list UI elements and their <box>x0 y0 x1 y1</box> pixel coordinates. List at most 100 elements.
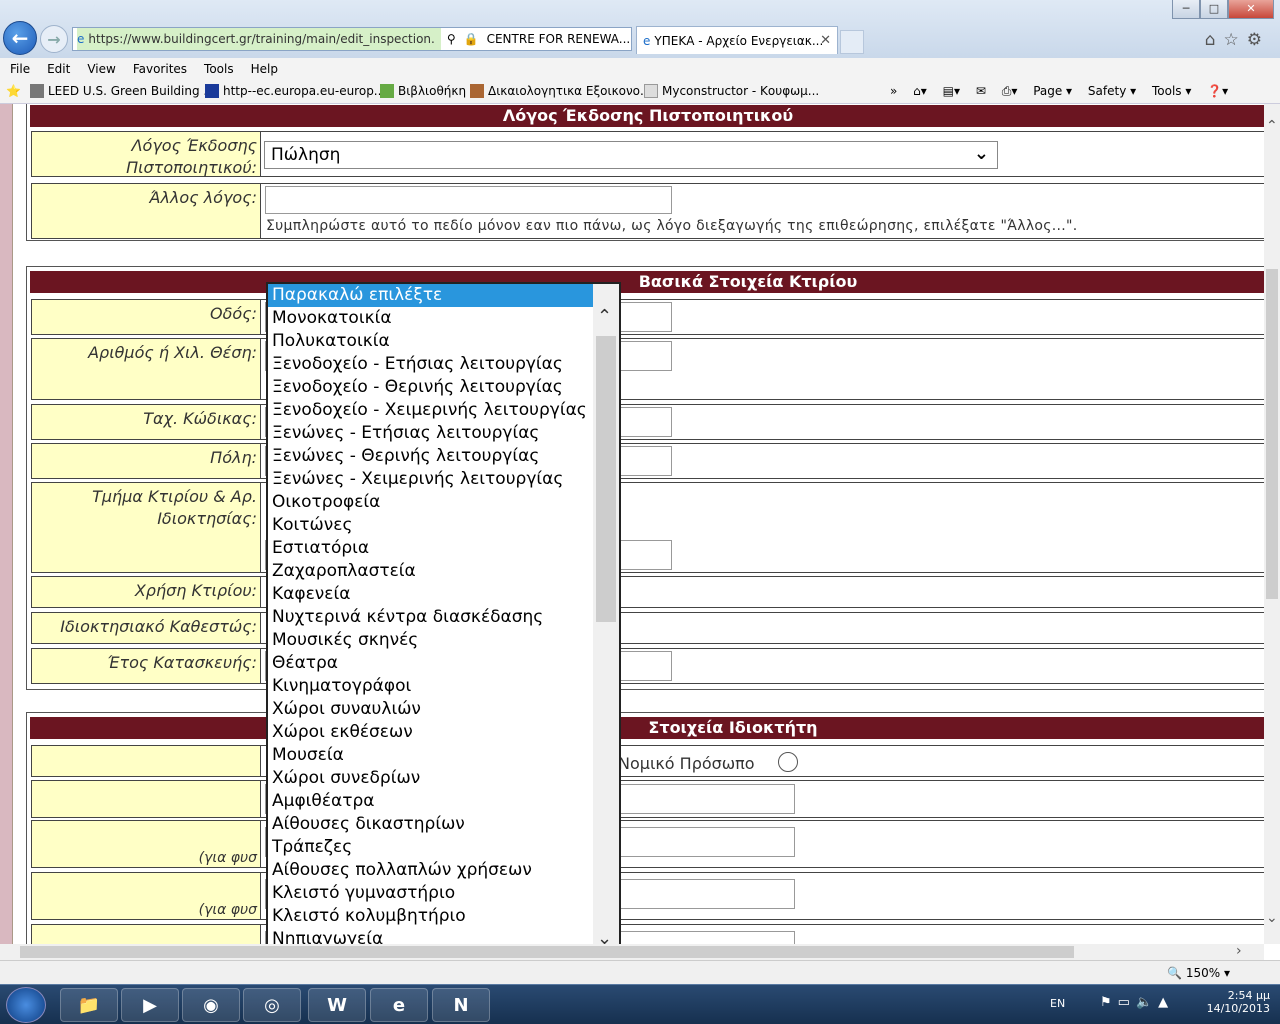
dropdown-option[interactable]: Θέατρα <box>268 652 593 675</box>
menu-file[interactable]: File <box>10 62 30 76</box>
dropdown-option[interactable]: Αίθουσες δικαστηρίων <box>268 813 593 836</box>
chrome-taskbar-icon[interactable]: ◎ <box>243 988 301 1022</box>
library-icon <box>380 84 394 98</box>
favorites-bar: ⭐ LEED U.S. Green Building ... http--ec.… <box>0 80 1280 104</box>
h-scroll-thumb[interactable] <box>20 946 1074 958</box>
fav-documents[interactable]: Δικαιολογητικα Εξοικονο... <box>470 84 651 98</box>
dropdown-option[interactable]: Ξενώνες - Χειμερινής λειτουργίας <box>268 468 593 491</box>
home-icon[interactable]: ⌂ <box>1205 30 1224 50</box>
menu-tools[interactable]: Tools <box>204 62 234 76</box>
rss-icon[interactable]: ▤▾ <box>943 84 960 98</box>
scroll-down-icon[interactable]: ⌄ <box>1266 910 1278 926</box>
start-button[interactable] <box>6 987 46 1023</box>
word-taskbar-icon[interactable]: W <box>308 988 366 1022</box>
media-player-taskbar-icon[interactable]: ▶ <box>121 988 179 1022</box>
search-icon[interactable]: ⚲ <box>447 32 456 46</box>
fav-library[interactable]: Βιβλιοθήκη <box>380 84 466 98</box>
fav-leed[interactable]: LEED U.S. Green Building ... <box>30 84 215 98</box>
tab-active[interactable]: e ΥΠΕΚΑ - Αρχείο Ενεργειακ... ✕ <box>636 26 838 54</box>
zoom-icon: 🔍 <box>1167 966 1183 980</box>
maximize-button[interactable]: □ <box>1200 0 1228 19</box>
network-icon[interactable]: ▭ <box>1118 995 1136 1010</box>
language-indicator[interactable]: EN <box>1050 997 1065 1010</box>
page-icon: e <box>77 32 85 46</box>
ie-taskbar-icon[interactable]: e <box>370 988 428 1022</box>
favorites-star-icon[interactable]: ⭐ <box>6 84 21 98</box>
zoom-level[interactable]: 🔍 150% ▾ <box>1167 966 1230 980</box>
forward-button[interactable]: → <box>40 25 68 53</box>
new-tab-button[interactable] <box>840 30 864 54</box>
chevron-up-icon[interactable]: ⌃ <box>597 306 612 327</box>
menu-edit[interactable]: Edit <box>47 62 70 76</box>
dropdown-option[interactable]: Εστιατόρια <box>268 537 593 560</box>
dropdown-option[interactable]: Ξενοδοχείο - Ετήσιας λειτουργίας <box>268 353 593 376</box>
page-menu[interactable]: Page ▾ <box>1033 84 1072 98</box>
home-icon[interactable]: ⌂▾ <box>913 84 927 98</box>
scroll-right-icon[interactable]: › <box>1236 943 1242 959</box>
dropdown-option[interactable]: Ζαχαροπλαστεία <box>268 560 593 583</box>
fav-myconstructor[interactable]: Myconstructor - Κουφωμ... <box>644 84 819 98</box>
dropdown-option[interactable]: Μουσεία <box>268 744 593 767</box>
mail-icon[interactable]: ✉ <box>976 84 986 98</box>
dropdown-option[interactable]: Κλειστό γυμναστήριο <box>268 882 593 905</box>
dropdown-option[interactable]: Αίθουσες πολλαπλών χρήσεων <box>268 859 593 882</box>
tools-menu[interactable]: Tools ▾ <box>1152 84 1191 98</box>
help-icon[interactable]: ❓▾ <box>1207 84 1228 98</box>
dropdown-option[interactable]: Τράπεζες <box>268 836 593 859</box>
page-vertical-scrollbar[interactable]: ⌃ ⌄ <box>1264 104 1280 944</box>
dropdown-scrollbar[interactable]: ⌃ ⌄ <box>593 284 619 972</box>
dropdown-option[interactable]: Καφενεία <box>268 583 593 606</box>
label-zip: Ταχ. Κώδικας: <box>31 404 261 440</box>
dropdown-option[interactable]: Ξενώνες - Θερινής λειτουργίας <box>268 445 593 468</box>
firefox-taskbar-icon[interactable]: ◉ <box>182 988 240 1022</box>
other-reason-hint: Συμπληρώστε αυτό το πεδίο μόνον εαν πιο … <box>266 218 1078 234</box>
ssl-identity[interactable]: CENTRE FOR RENEWA... <box>487 32 631 46</box>
legal-person-radio[interactable] <box>778 752 798 772</box>
page-horizontal-scrollbar[interactable]: › <box>0 943 1264 960</box>
dropdown-option[interactable]: Ξενώνες - Ετήσιας λειτουργίας <box>268 422 593 445</box>
reason-select[interactable]: Πώληση ⌄ <box>264 141 998 169</box>
tab-close-icon[interactable]: ✕ <box>820 33 831 48</box>
other-reason-input[interactable] <box>265 186 672 214</box>
page-scroll-thumb[interactable] <box>1266 269 1278 599</box>
dropdown-option[interactable]: Ξενοδοχείο - Θερινής λειτουργίας <box>268 376 593 399</box>
explorer-taskbar-icon[interactable]: 📁 <box>60 988 118 1022</box>
chevron-icon[interactable]: » <box>890 84 897 98</box>
left-border <box>0 104 13 944</box>
dropdown-option[interactable]: Χώροι εκθέσεων <box>268 721 593 744</box>
menu-view[interactable]: View <box>87 62 115 76</box>
print-icon[interactable]: ⎙▾ <box>1002 84 1018 98</box>
gear-icon[interactable]: ⚙ <box>1247 30 1270 50</box>
dropdown-option[interactable]: Κοιτώνες <box>268 514 593 537</box>
dropdown-option[interactable]: Παρακαλώ επιλέξτε <box>268 284 593 307</box>
dropdown-option[interactable]: Οικοτροφεία <box>268 491 593 514</box>
dropdown-option[interactable]: Ξενοδοχείο - Χειμερινής λειτουργίας <box>268 399 593 422</box>
dropdown-option[interactable]: Αμφιθέατρα <box>268 790 593 813</box>
dropdown-option[interactable]: Μονοκατοικία <box>268 307 593 330</box>
star-icon[interactable]: ☆ <box>1224 30 1247 50</box>
fav-europa[interactable]: http--ec.europa.eu-europ... <box>205 84 385 98</box>
dropdown-option[interactable]: Κλειστό κολυμβητήριο <box>268 905 593 928</box>
dropdown-option[interactable]: Κινηματογράφοι <box>268 675 593 698</box>
scroll-up-icon[interactable]: ⌃ <box>1266 118 1278 134</box>
onenote-taskbar-icon[interactable]: N <box>432 988 490 1022</box>
drive-icon[interactable]: ▲ <box>1158 995 1174 1010</box>
dropdown-option[interactable]: Πολυκατοικία <box>268 330 593 353</box>
dropdown-option[interactable]: Χώροι συνεδρίων <box>268 767 593 790</box>
dropdown-scroll-thumb[interactable] <box>596 336 616 622</box>
dropdown-option[interactable]: Νυχτερινά κέντρα διασκέδασης <box>268 606 593 629</box>
close-button[interactable]: ✕ <box>1228 0 1274 19</box>
dropdown-option[interactable]: Μουσικές σκηνές <box>268 629 593 652</box>
clock[interactable]: 2:54 μμ 14/10/2013 <box>1207 989 1270 1015</box>
dropdown-option[interactable]: Χώροι συναυλιών <box>268 698 593 721</box>
building-use-dropdown-list[interactable]: Παρακαλώ επιλέξτε Μονοκατοικία Πολυκατοικί… <box>266 282 621 974</box>
menu-favorites[interactable]: Favorites <box>133 62 187 76</box>
menu-help[interactable]: Help <box>251 62 278 76</box>
address-bar[interactable]: e https://www.buildingcert.gr/training/ma… <box>72 27 632 51</box>
minimize-button[interactable]: ─ <box>1172 0 1200 19</box>
flag-icon[interactable]: ⚑ <box>1100 995 1118 1010</box>
taskbar: 📁 ▶ ◉ ◎ W e N EN ⚑▭🔈▲ 2:54 μμ 14/10/2013 <box>0 984 1280 1024</box>
safety-menu[interactable]: Safety ▾ <box>1088 84 1136 98</box>
volume-icon[interactable]: 🔈 <box>1136 995 1158 1010</box>
back-button[interactable]: ← <box>3 21 37 55</box>
